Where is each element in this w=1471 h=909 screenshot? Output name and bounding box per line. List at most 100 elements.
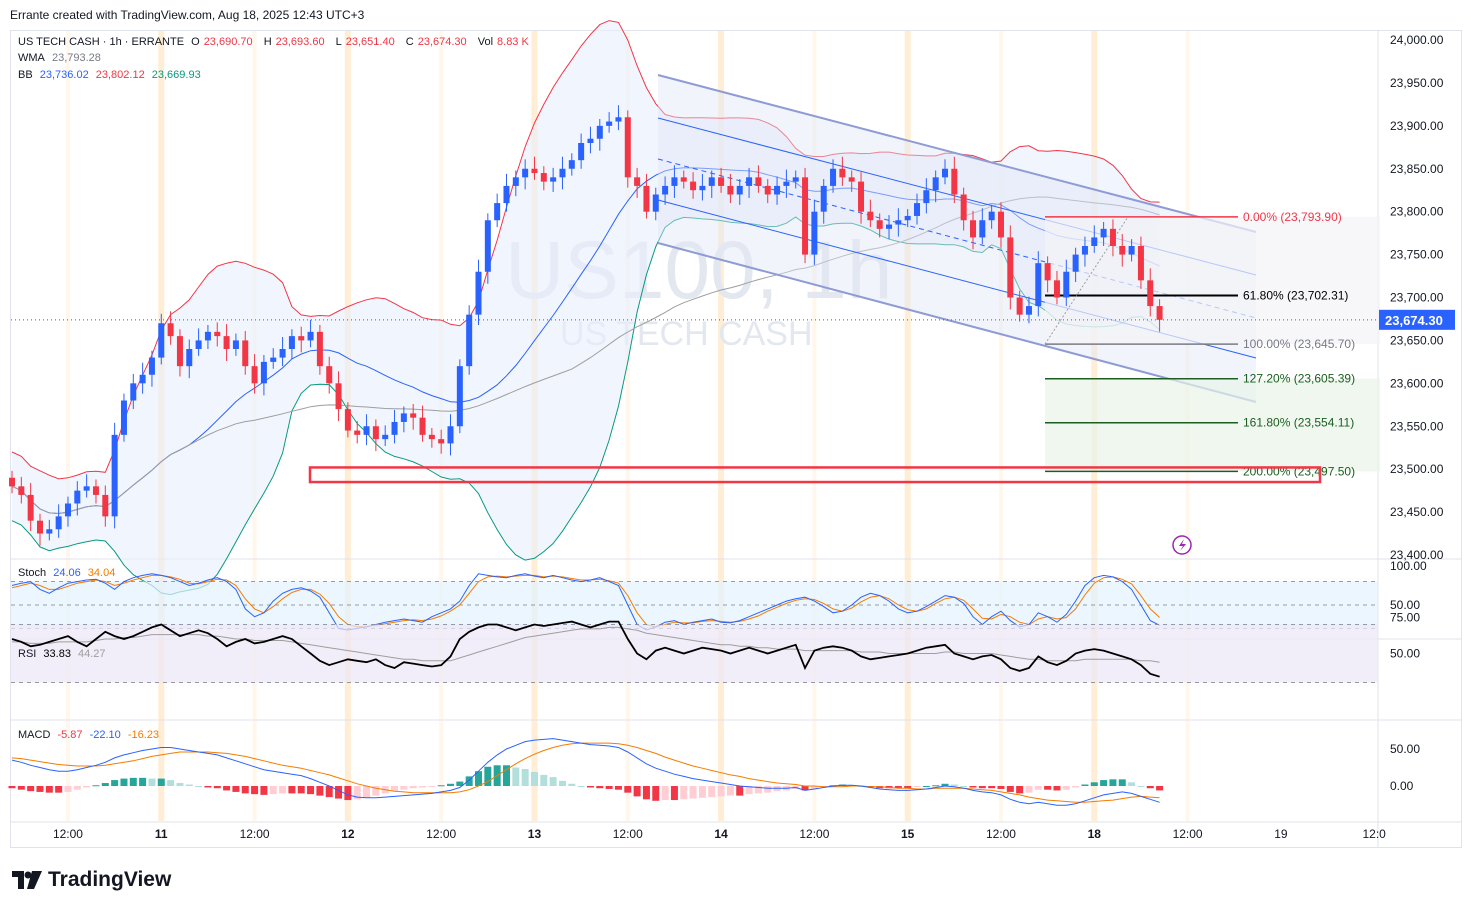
candle-body[interactable] — [802, 177, 809, 255]
candle-body[interactable] — [727, 185, 734, 195]
candle-body[interactable] — [92, 486, 99, 495]
candle-body[interactable] — [923, 190, 930, 204]
candle-body[interactable] — [18, 486, 25, 495]
candle-body[interactable] — [494, 203, 501, 221]
candle-body[interactable] — [74, 490, 81, 504]
candle-body[interactable] — [298, 336, 305, 341]
candle-body[interactable] — [232, 340, 239, 349]
candle-body[interactable] — [1119, 246, 1126, 255]
candle-body[interactable] — [1063, 271, 1070, 298]
candle-body[interactable] — [876, 220, 883, 229]
candle-body[interactable] — [120, 400, 127, 435]
candle-body[interactable] — [64, 503, 71, 517]
candle-body[interactable] — [111, 434, 118, 517]
candle-body[interactable] — [242, 340, 249, 367]
candle-body[interactable] — [167, 323, 174, 337]
candle-body[interactable] — [36, 520, 43, 534]
candle-body[interactable] — [867, 211, 874, 221]
candle-body[interactable] — [755, 177, 762, 186]
candle-body[interactable] — [419, 417, 426, 435]
candle-body[interactable] — [680, 177, 687, 182]
candle-body[interactable] — [503, 185, 510, 204]
candle-body[interactable] — [148, 357, 155, 375]
candle-body[interactable] — [1081, 246, 1088, 255]
candle-body[interactable] — [652, 194, 659, 212]
candle-body[interactable] — [969, 220, 976, 238]
candle-body[interactable] — [279, 349, 286, 358]
candle-body[interactable] — [540, 173, 547, 182]
candle-body[interactable] — [997, 211, 1004, 238]
candle-body[interactable] — [643, 185, 650, 212]
candle-body[interactable] — [512, 177, 519, 186]
candle-body[interactable] — [736, 185, 743, 195]
candle-body[interactable] — [335, 383, 342, 410]
candle-body[interactable] — [792, 177, 799, 182]
tradingview-brand[interactable]: TradingView — [12, 868, 171, 892]
candle-body[interactable] — [102, 494, 109, 517]
candle-body[interactable] — [578, 143, 585, 161]
candle-body[interactable] — [811, 211, 818, 255]
candle-body[interactable] — [1007, 237, 1014, 298]
candle-body[interactable] — [316, 331, 323, 367]
candle-body[interactable] — [372, 426, 379, 440]
candle-body[interactable] — [1156, 306, 1163, 320]
candle-body[interactable] — [774, 185, 781, 195]
candle-body[interactable] — [204, 331, 211, 341]
candle-body[interactable] — [270, 357, 277, 362]
candle-body[interactable] — [466, 314, 473, 367]
candle-body[interactable] — [895, 220, 902, 225]
candle-body[interactable] — [624, 117, 631, 178]
candle-body[interactable] — [1109, 228, 1116, 246]
candle-body[interactable] — [410, 413, 417, 418]
candle-body[interactable] — [914, 203, 921, 216]
candle-body[interactable] — [830, 168, 837, 186]
candle-body[interactable] — [886, 224, 893, 229]
candle-body[interactable] — [904, 215, 911, 221]
candle-body[interactable] — [858, 181, 865, 212]
candle-body[interactable] — [46, 529, 53, 534]
candle-body[interactable] — [260, 361, 267, 384]
candle-body[interactable] — [979, 220, 986, 238]
candle-body[interactable] — [391, 421, 398, 435]
candle-body[interactable] — [848, 177, 855, 182]
candle-body[interactable] — [363, 426, 370, 435]
candle-body[interactable] — [783, 181, 790, 186]
candle-body[interactable] — [708, 177, 715, 186]
candle-body[interactable] — [251, 366, 258, 384]
chart-canvas[interactable]: US100, 1h US TECH CASH 0.00% (23,793.90)… — [0, 0, 1471, 909]
candle-body[interactable] — [83, 486, 90, 491]
candle-body[interactable] — [1072, 254, 1079, 272]
candle-body[interactable] — [587, 138, 594, 143]
candle-body[interactable] — [186, 349, 193, 367]
candle-body[interactable] — [307, 331, 314, 341]
candle-body[interactable] — [438, 439, 445, 444]
candle-body[interactable] — [447, 426, 454, 444]
candle-body[interactable] — [354, 430, 361, 435]
candle-body[interactable] — [596, 125, 603, 139]
candle-body[interactable] — [932, 177, 939, 191]
candle-body[interactable] — [1035, 263, 1042, 307]
candle-body[interactable] — [606, 121, 613, 126]
candle-body[interactable] — [288, 336, 295, 349]
candle-body[interactable] — [820, 185, 827, 212]
candle-body[interactable] — [942, 168, 948, 178]
candle-body[interactable] — [960, 194, 967, 221]
candle-body[interactable] — [400, 413, 407, 422]
candle-body[interactable] — [671, 177, 678, 186]
candle-body[interactable] — [764, 185, 771, 195]
candle-body[interactable] — [484, 220, 491, 272]
candle-body[interactable] — [1128, 246, 1135, 255]
candle-body[interactable] — [1091, 237, 1098, 246]
candle-body[interactable] — [690, 181, 697, 191]
candle-body[interactable] — [55, 516, 62, 530]
candle-body[interactable] — [699, 185, 706, 191]
candle-body[interactable] — [214, 331, 221, 337]
candle-body[interactable] — [988, 211, 995, 221]
candle-body[interactable] — [1100, 228, 1107, 238]
candle-body[interactable] — [27, 494, 34, 521]
candle-body[interactable] — [195, 340, 202, 349]
candle-body[interactable] — [522, 168, 529, 178]
candle-body[interactable] — [634, 177, 641, 186]
candle-body[interactable] — [9, 477, 15, 487]
candle-body[interactable] — [1147, 280, 1154, 307]
